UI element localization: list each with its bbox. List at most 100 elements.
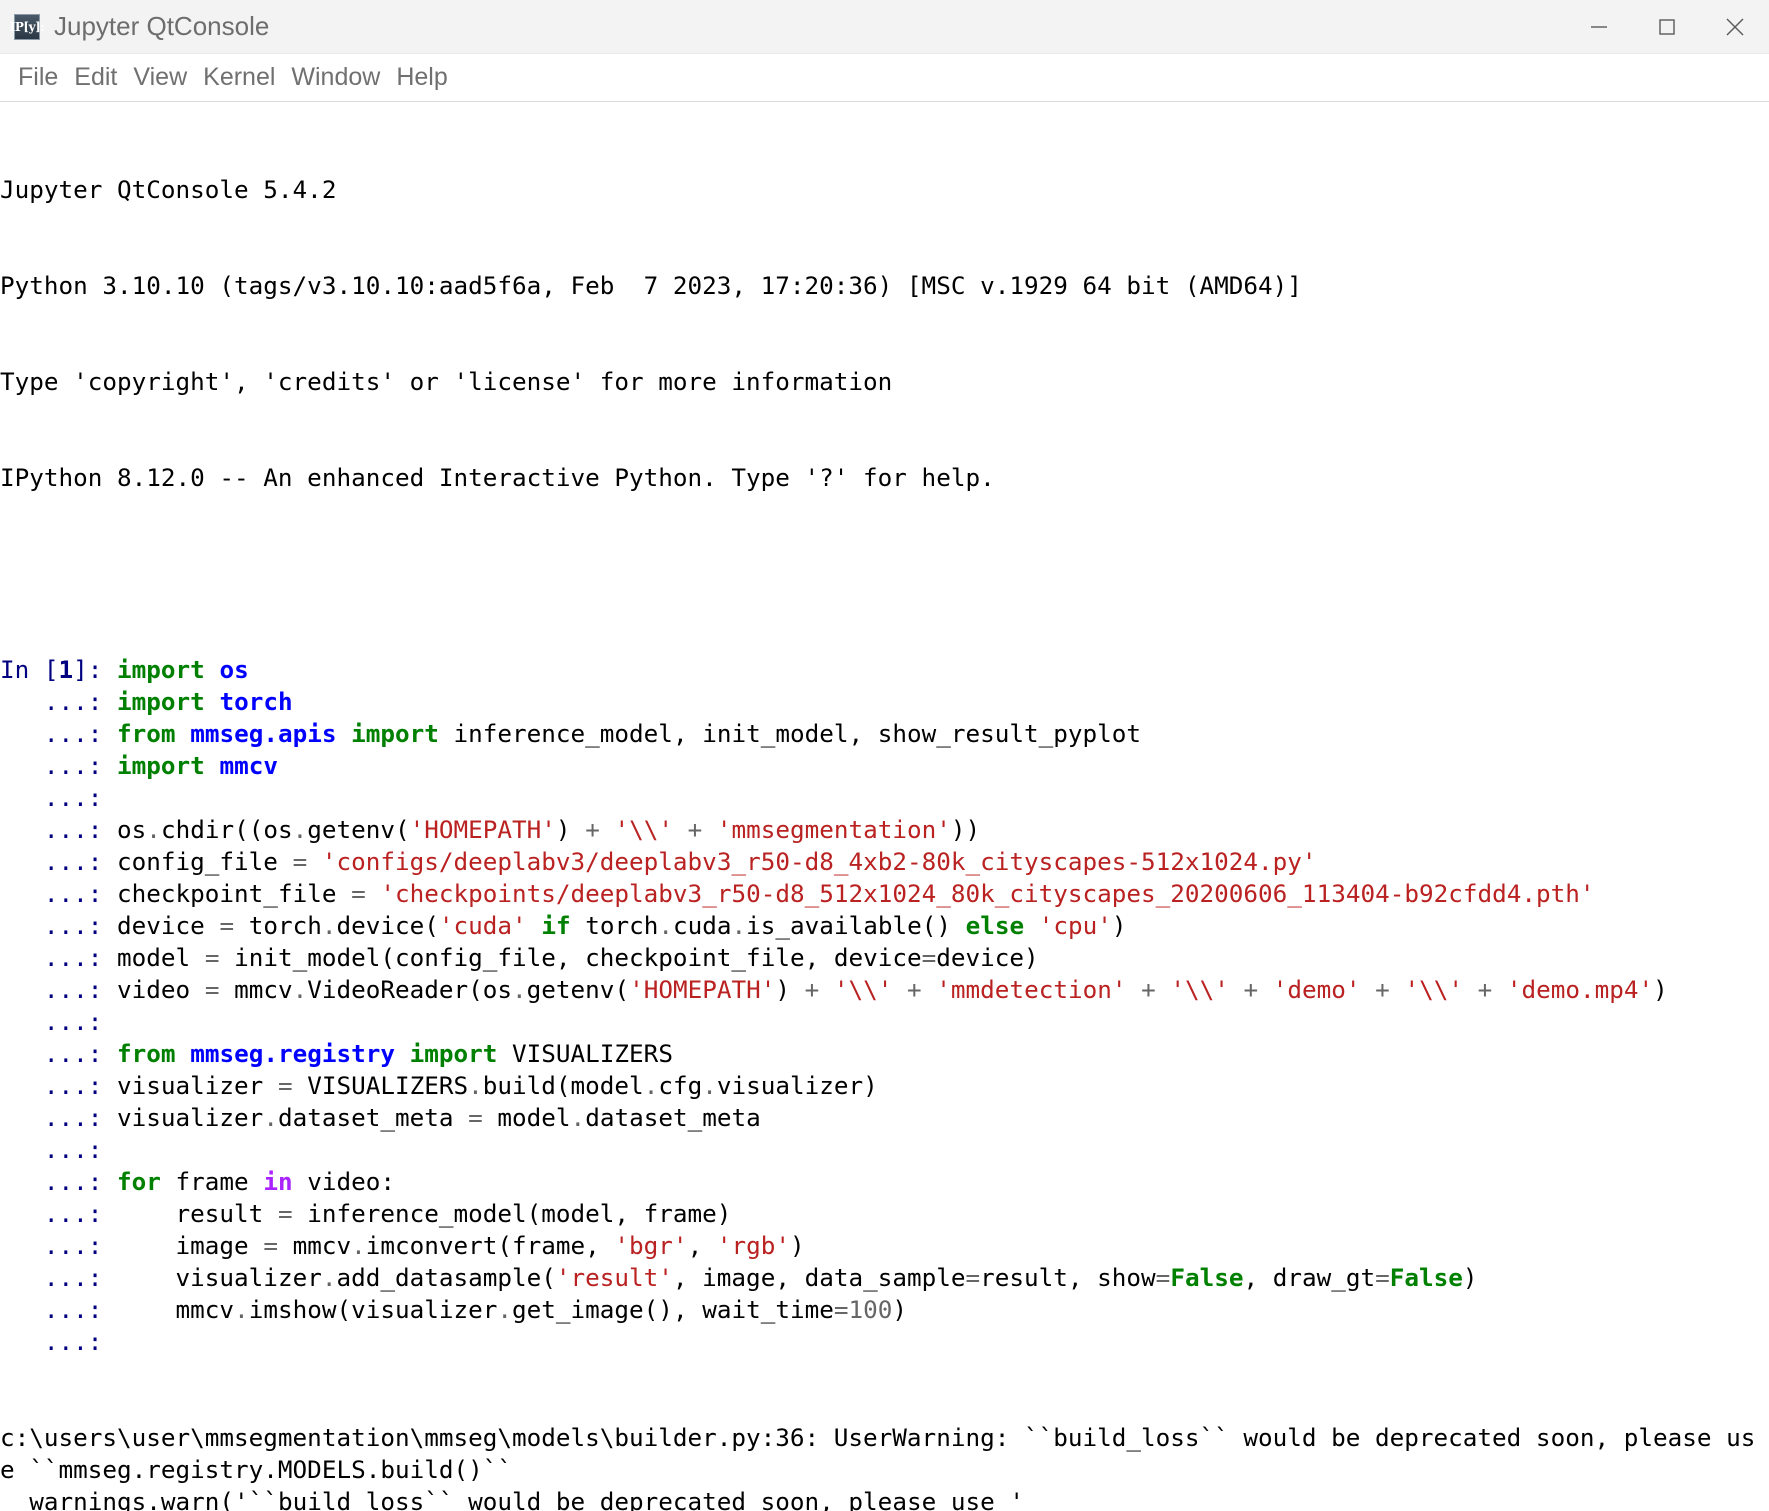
code-line[interactable]: ...: visualizer = VISUALIZERS.build(mode… — [0, 1070, 1769, 1102]
code-token: visualizer) — [716, 1071, 878, 1100]
code-token: torch — [234, 911, 322, 940]
code-token: getenv( — [526, 975, 630, 1004]
code-line[interactable]: ...: — [0, 1326, 1769, 1358]
code-token: = — [277, 1071, 293, 1100]
code-token: if — [541, 911, 571, 940]
code-line[interactable]: ...: mmcv.imshow(visualizer.get_image(),… — [0, 1294, 1769, 1326]
code-line[interactable]: ...: visualizer.add_datasample('result',… — [0, 1262, 1769, 1294]
code-token: = — [1155, 1263, 1171, 1292]
banner-line: Jupyter QtConsole 5.4.2 — [0, 175, 337, 204]
code-token: mmcv — [219, 751, 278, 780]
code-token: 'result' — [555, 1263, 673, 1292]
code-line[interactable]: ...: visualizer.dataset_meta = model.dat… — [0, 1102, 1769, 1134]
code-token: 'HOMEPATH' — [629, 975, 776, 1004]
code-token: import — [409, 1039, 498, 1068]
continuation-prompt: ...: — [0, 1167, 118, 1196]
code-token: else — [965, 911, 1025, 940]
minimize-button[interactable] — [1565, 0, 1633, 54]
menu-help[interactable]: Help — [388, 63, 455, 92]
menu-view[interactable]: View — [125, 63, 195, 92]
code-token: ) — [1653, 975, 1668, 1004]
code-token: + — [790, 975, 834, 1004]
code-token: . — [292, 815, 308, 844]
code-token: + — [1360, 975, 1405, 1004]
input-cell[interactable]: In [1]: import os ...: import torch ...:… — [0, 654, 1769, 1358]
code-token: . — [497, 1295, 513, 1324]
code-token: 100 — [848, 1295, 893, 1324]
code-line[interactable]: ...: import mmcv — [0, 750, 1769, 782]
code-token: , image, data_sample — [672, 1263, 966, 1292]
console-output-area[interactable]: Jupyter QtConsole 5.4.2 Python 3.10.10 (… — [0, 102, 1769, 1511]
code-token: getenv( — [307, 815, 410, 844]
code-line[interactable]: ...: — [0, 1006, 1769, 1038]
code-token: get_image(), wait_time — [512, 1295, 834, 1324]
code-token: . — [321, 911, 337, 940]
continuation-prompt: ...: — [0, 1327, 118, 1356]
menu-kernel[interactable]: Kernel — [195, 63, 283, 92]
ipython-logo-icon: IP[y]: — [10, 13, 45, 40]
code-line[interactable]: ...: result = inference_model(model, fra… — [0, 1198, 1769, 1230]
code-token: os — [219, 655, 249, 684]
menu-edit[interactable]: Edit — [66, 63, 125, 92]
window-title: Jupyter QtConsole — [54, 11, 270, 41]
code-token: . — [234, 1295, 249, 1324]
menu-window[interactable]: Window — [283, 63, 388, 92]
continuation-prompt: ...: — [0, 719, 118, 748]
code-line[interactable]: ...: for frame in video: — [0, 1166, 1769, 1198]
code-token: dataset_meta — [277, 1103, 469, 1132]
code-token: False — [1389, 1263, 1463, 1292]
code-line[interactable]: ...: video = mmcv.VideoReader(os.getenv(… — [0, 974, 1769, 1006]
code-token: image — [117, 1231, 264, 1260]
code-token: . — [658, 911, 674, 940]
continuation-prompt: ...: — [0, 1263, 118, 1292]
code-token: ) — [789, 1231, 805, 1260]
code-line[interactable]: ...: model = init_model(config_file, che… — [0, 942, 1769, 974]
output-line: c:\users\user\mmsegmentation\mmseg\model… — [0, 1423, 1756, 1484]
code-token: torch — [219, 687, 293, 716]
code-token: mmcv — [277, 1231, 352, 1260]
code-line[interactable]: ...: os.chdir((os.getenv('HOMEPATH') + '… — [0, 814, 1769, 846]
code-token: from — [117, 719, 176, 748]
window-titlebar: IP[y]: Jupyter QtConsole — [0, 0, 1769, 54]
code-token: 'checkpoints/deeplabv3_r50-d8_512x1024_8… — [380, 879, 1595, 908]
code-token: . — [512, 975, 527, 1004]
code-token: . — [292, 975, 308, 1004]
code-line[interactable]: ...: config_file = 'configs/deeplabv3/de… — [0, 846, 1769, 878]
code-token: VISUALIZERS — [292, 1071, 469, 1100]
code-token: 'demo.mp4' — [1506, 975, 1654, 1004]
code-token: 'HOMEPATH' — [409, 815, 556, 844]
code-token: cfg — [658, 1071, 703, 1100]
continuation-prompt: ...: — [0, 783, 118, 812]
code-line[interactable]: ...: from mmseg.apis import inference_mo… — [0, 718, 1769, 750]
code-token: import — [117, 687, 205, 716]
code-line[interactable]: ...: — [0, 1134, 1769, 1166]
code-token: . — [468, 1071, 483, 1100]
maximize-button[interactable] — [1633, 0, 1701, 54]
code-token: . — [731, 911, 747, 940]
close-button[interactable] — [1701, 0, 1769, 54]
code-token: dataset_meta — [585, 1103, 761, 1132]
code-token: 'bgr' — [614, 1231, 688, 1260]
code-line[interactable]: ...: from mmseg.registry import VISUALIZ… — [0, 1038, 1769, 1070]
code-line[interactable]: ...: — [0, 782, 1769, 814]
code-line[interactable]: ...: device = torch.device('cuda' if tor… — [0, 910, 1769, 942]
code-line[interactable]: ...: image = mmcv.imconvert(frame, 'bgr'… — [0, 1230, 1769, 1262]
code-token: frame — [160, 1167, 264, 1196]
code-line[interactable]: ...: checkpoint_file = 'checkpoints/deep… — [0, 878, 1769, 910]
code-token: for — [117, 1167, 161, 1196]
continuation-prompt: ...: — [0, 1231, 118, 1260]
code-token: = — [204, 943, 220, 972]
code-token: chdir((os — [160, 815, 293, 844]
menu-file[interactable]: File — [10, 63, 66, 92]
code-line[interactable]: ...: import torch — [0, 686, 1769, 718]
code-token: . — [570, 1103, 586, 1132]
code-line[interactable]: In [1]: import os — [0, 654, 1769, 686]
continuation-prompt: ...: — [0, 815, 118, 844]
code-token: + — [672, 815, 717, 844]
continuation-prompt: ...: — [0, 687, 118, 716]
